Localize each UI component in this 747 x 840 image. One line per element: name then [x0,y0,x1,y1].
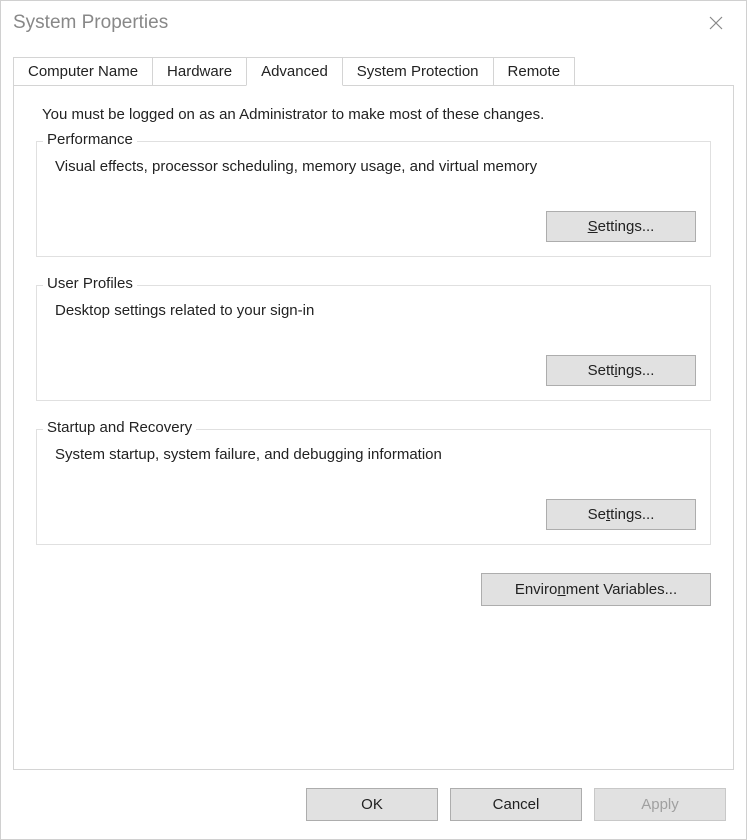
startup-recovery-title: Startup and Recovery [43,419,196,436]
user-profiles-title: User Profiles [43,275,137,292]
dialog-button-row: OK Cancel Apply [1,770,746,839]
performance-settings-button[interactable]: Settings... [546,211,696,242]
window-title: System Properties [13,12,168,34]
startup-recovery-group: Startup and Recovery System startup, sys… [36,429,711,545]
startup-recovery-button-row: Settings... [51,499,696,530]
system-properties-window: System Properties Computer Name Hardware… [0,0,747,840]
user-profiles-desc: Desktop settings related to your sign-in [51,302,696,319]
titlebar: System Properties [1,1,746,45]
performance-button-row: Settings... [51,211,696,242]
tab-hardware[interactable]: Hardware [152,57,247,86]
startup-recovery-desc: System startup, system failure, and debu… [51,446,696,463]
environment-variables-row: Environment Variables... [36,573,711,606]
admin-note: You must be logged on as an Administrato… [36,106,711,123]
advanced-panel: You must be logged on as an Administrato… [13,85,734,770]
user-profiles-button-row: Settings... [51,355,696,386]
tab-strip: Computer Name Hardware Advanced System P… [1,45,746,86]
performance-title: Performance [43,131,137,148]
tab-remote[interactable]: Remote [493,57,576,86]
user-profiles-group: User Profiles Desktop settings related t… [36,285,711,401]
performance-group: Performance Visual effects, processor sc… [36,141,711,257]
environment-variables-button[interactable]: Environment Variables... [481,573,711,606]
startup-recovery-settings-button[interactable]: Settings... [546,499,696,530]
tab-system-protection[interactable]: System Protection [342,57,494,86]
close-button[interactable] [694,8,738,38]
cancel-button[interactable]: Cancel [450,788,582,821]
performance-desc: Visual effects, processor scheduling, me… [51,158,696,175]
user-profiles-settings-button[interactable]: Settings... [546,355,696,386]
tab-computer-name[interactable]: Computer Name [13,57,153,86]
close-icon [709,16,723,30]
apply-button[interactable]: Apply [594,788,726,821]
tab-advanced[interactable]: Advanced [246,57,343,86]
ok-button[interactable]: OK [306,788,438,821]
content-area: Computer Name Hardware Advanced System P… [1,45,746,839]
